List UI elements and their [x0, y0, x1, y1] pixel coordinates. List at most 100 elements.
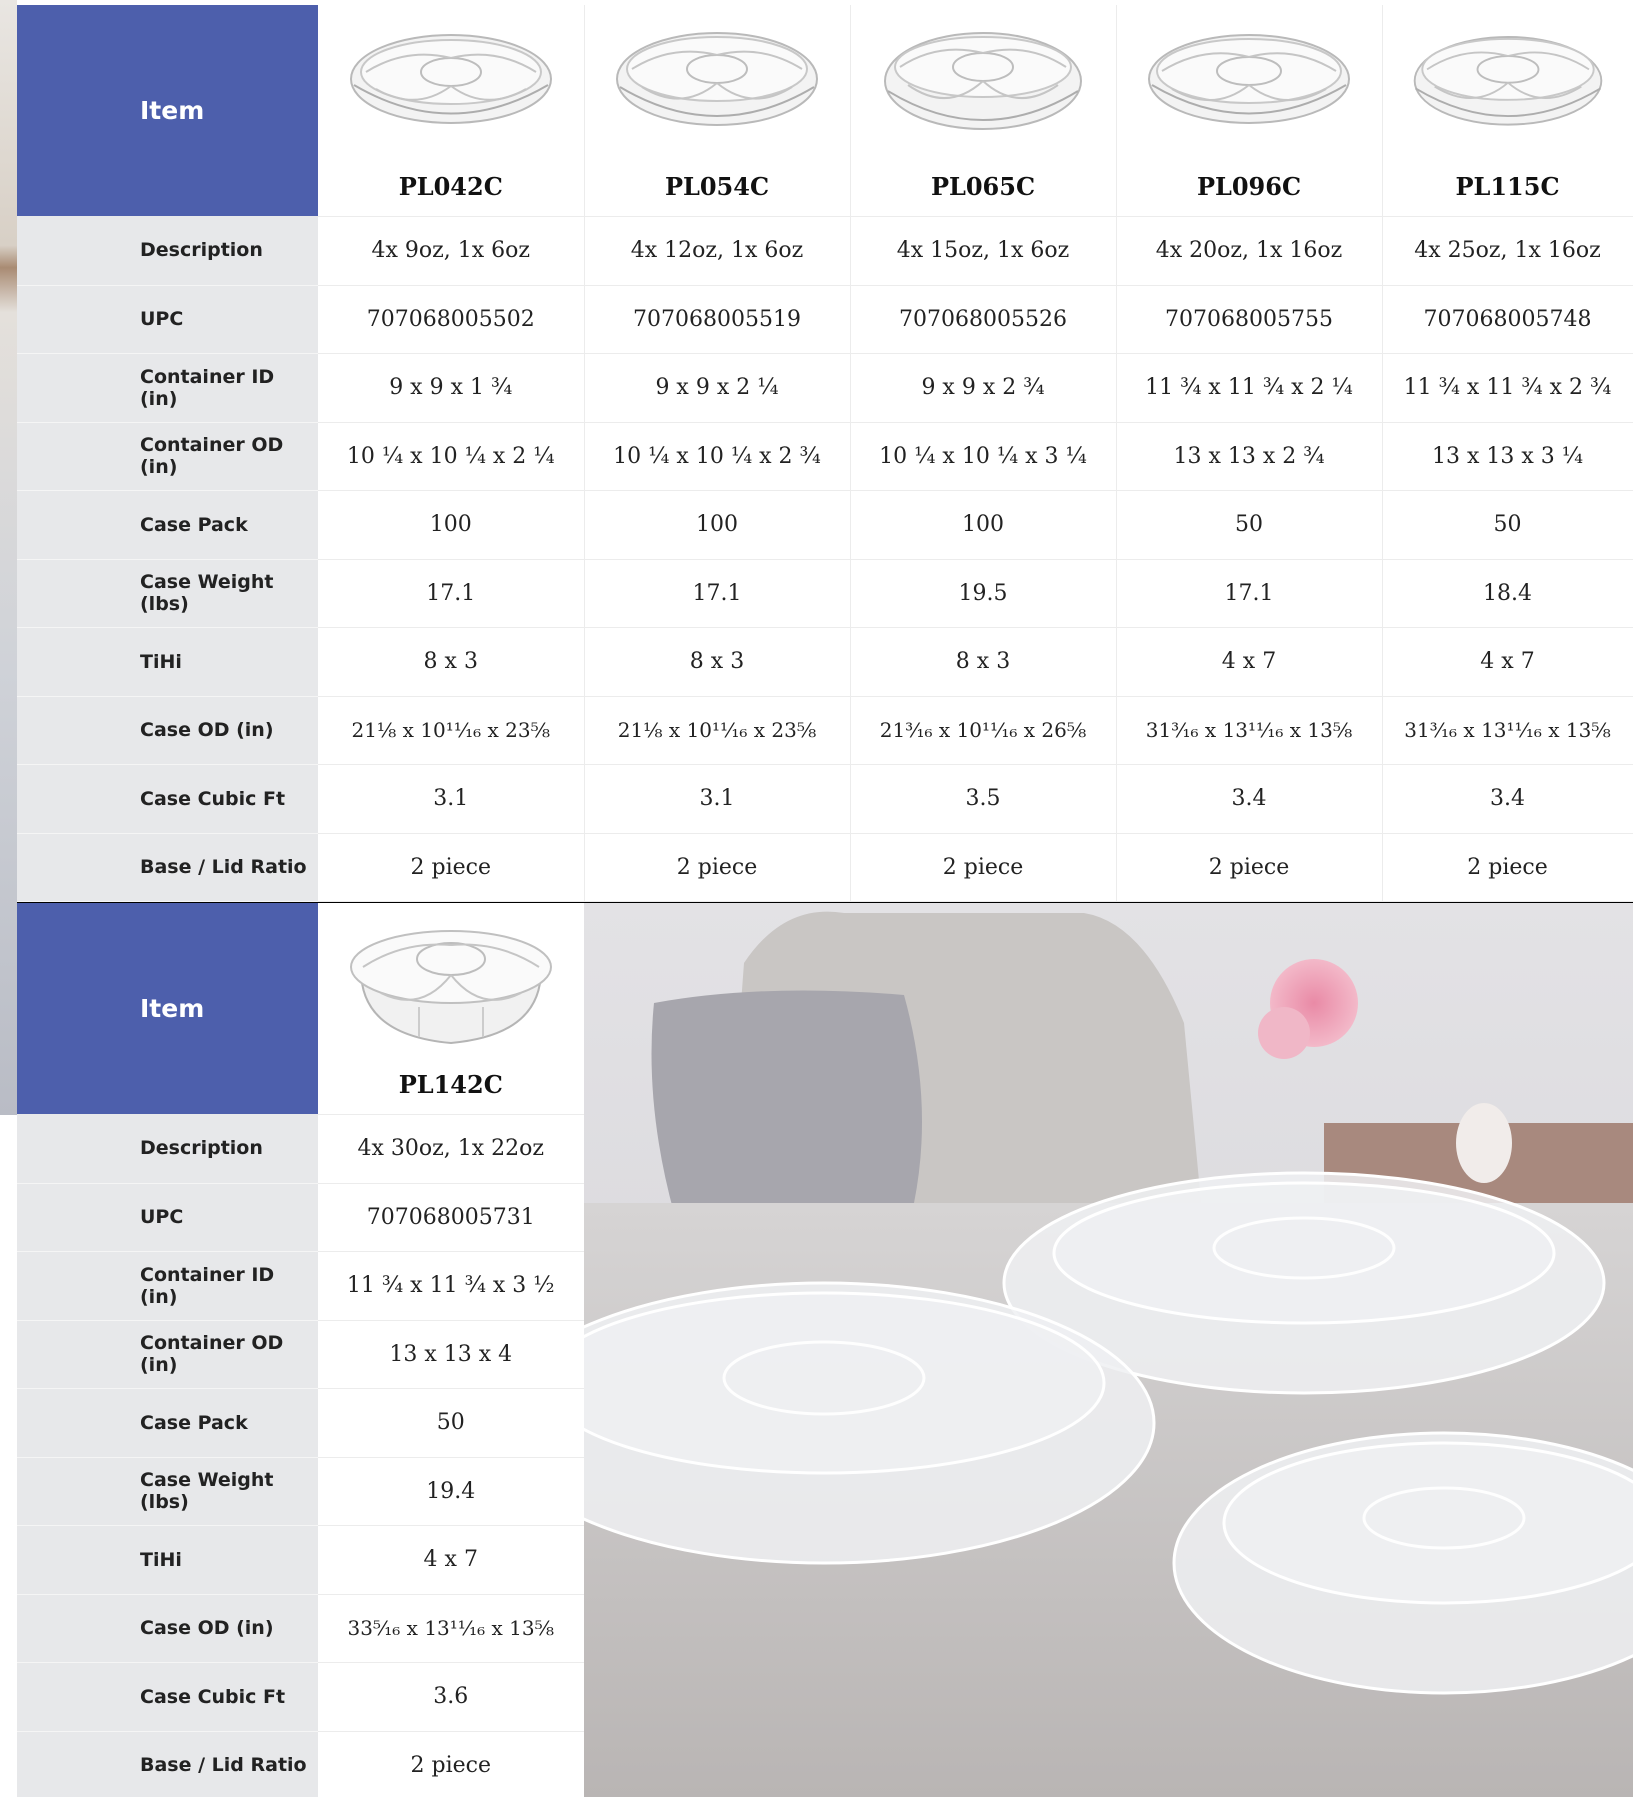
row-case-od: Case OD (in) 33⁵⁄₁₆ x 13¹¹⁄₁₆ x 13⅝ — [17, 1594, 585, 1663]
cell-value: 9 x 9 x 2 ¾ — [850, 353, 1117, 423]
cell-value: 10 ¼ x 10 ¼ x 2 ¾ — [584, 422, 851, 491]
product-header-pl115c: PL115C — [1382, 5, 1633, 217]
cell-value: 50 — [318, 1388, 585, 1458]
row-label: UPC — [17, 1183, 318, 1252]
row-description: Description 4x 9oz, 1x 6oz 4x 12oz, 1x 6… — [17, 216, 1633, 286]
product-header-pl065c: PL065C — [850, 5, 1117, 217]
row-label: TiHi — [17, 627, 318, 697]
cell-value: 11 ¾ x 11 ¾ x 3 ½ — [318, 1251, 585, 1321]
cell-value: 707068005731 — [318, 1183, 585, 1252]
cell-value: 4x 15oz, 1x 6oz — [850, 216, 1117, 286]
product-image-icon — [616, 32, 818, 126]
product-name: PL042C — [398, 171, 503, 201]
cell-value: 4 x 7 — [1382, 627, 1633, 697]
row-label: Case OD (in) — [17, 696, 318, 765]
row-label: Case OD (in) — [17, 1594, 318, 1663]
cell-value: 8 x 3 — [584, 627, 851, 697]
item-header-cell: Item — [17, 5, 318, 216]
cell-value: 33⁵⁄₁₆ x 13¹¹⁄₁₆ x 13⅝ — [318, 1594, 585, 1663]
row-description: Description 4x 30oz, 1x 22oz — [17, 1114, 585, 1184]
cell-value: 31³⁄₁₆ x 13¹¹⁄₁₆ x 13⅝ — [1382, 696, 1633, 765]
row-label: Case Weight (lbs) — [17, 559, 318, 628]
row-label: Case Pack — [17, 490, 318, 560]
row-label: Container ID (in) — [17, 353, 318, 423]
cell-value: 2 piece — [1116, 833, 1383, 902]
cell-value: 31³⁄₁₆ x 13¹¹⁄₁₆ x 13⅝ — [1116, 696, 1383, 765]
platters-on-table-photo-icon — [584, 903, 1633, 1797]
cell-value: 3.4 — [1116, 764, 1383, 834]
row-case-pack: Case Pack 50 — [17, 1388, 585, 1458]
cell-value: 4x 12oz, 1x 6oz — [584, 216, 851, 286]
cell-value: 21³⁄₁₆ x 10¹¹⁄₁₆ x 26⅝ — [850, 696, 1117, 765]
row-container-id: Container ID (in) 11 ¾ x 11 ¾ x 3 ½ — [17, 1251, 585, 1321]
cell-value: 4x 9oz, 1x 6oz — [318, 216, 585, 286]
row-upc: UPC 707068005731 — [17, 1183, 585, 1252]
cell-value: 10 ¼ x 10 ¼ x 2 ¼ — [318, 422, 585, 491]
cell-value: 2 piece — [850, 833, 1117, 902]
cell-value: 3.6 — [318, 1662, 585, 1732]
row-label: Base / Lid Ratio — [17, 1731, 318, 1797]
cell-value: 50 — [1382, 490, 1633, 560]
row-upc: UPC 707068005502 707068005519 7070680055… — [17, 285, 1633, 354]
row-container-id: Container ID (in) 9 x 9 x 1 ¾ 9 x 9 x 2 … — [17, 353, 1633, 423]
cell-value: 21⅛ x 10¹¹⁄₁₆ x 23⅝ — [318, 696, 585, 765]
cell-value: 2 piece — [318, 833, 585, 902]
cell-value: 707068005519 — [584, 285, 851, 354]
spec-table-2: Item PL142C Description 4x 30oz, 1x 22oz… — [17, 903, 585, 1797]
cell-value: 13 x 13 x 4 — [318, 1320, 585, 1389]
cell-value: 707068005748 — [1382, 285, 1633, 354]
row-label: UPC — [17, 285, 318, 354]
cell-value: 707068005526 — [850, 285, 1117, 354]
cell-value: 13 x 13 x 2 ¾ — [1116, 422, 1383, 491]
cell-value: 100 — [850, 490, 1117, 560]
row-case-cubic: Case Cubic Ft 3.1 3.1 3.5 3.4 3.4 — [17, 764, 1633, 834]
cell-value: 50 — [1116, 490, 1383, 560]
background-edge-lower — [0, 1115, 17, 1797]
cell-value: 18.4 — [1382, 559, 1633, 628]
product-name: PL142C — [398, 1069, 503, 1099]
row-label: Description — [17, 1114, 318, 1184]
row-case-cubic: Case Cubic Ft 3.6 — [17, 1662, 585, 1732]
cell-value: 11 ¾ x 11 ¾ x 2 ¼ — [1116, 353, 1383, 423]
lifestyle-photo — [584, 903, 1633, 1797]
product-name: PL054C — [664, 171, 770, 201]
cell-value: 17.1 — [1116, 559, 1383, 628]
cell-value: 2 piece — [1382, 833, 1633, 902]
row-label: Base / Lid Ratio — [17, 833, 318, 902]
product-image-icon — [1148, 34, 1350, 124]
product-header-pl142c: PL142C — [318, 903, 585, 1115]
cell-value: 19.5 — [850, 559, 1117, 628]
cell-value: 4x 25oz, 1x 16oz — [1382, 216, 1633, 286]
row-label: TiHi — [17, 1525, 318, 1595]
cell-value: 4 x 7 — [1116, 627, 1383, 697]
row-label: Container OD (in) — [17, 422, 318, 491]
cell-value: 3.5 — [850, 764, 1117, 834]
spec-table-1: Item PL042C PL054C PL065C PL096C PL115C … — [17, 5, 1633, 902]
product-image-icon — [884, 32, 1082, 130]
row-container-od: Container OD (in) 10 ¼ x 10 ¼ x 2 ¼ 10 ¼… — [17, 422, 1633, 491]
row-ratio: Base / Lid Ratio 2 piece 2 piece 2 piece… — [17, 833, 1633, 902]
row-label: Case Pack — [17, 1388, 318, 1458]
cell-value: 100 — [318, 490, 585, 560]
product-image-icon — [349, 930, 552, 1045]
cell-value: 8 x 3 — [318, 627, 585, 697]
product-header-pl042c: PL042C — [318, 5, 585, 217]
product-header-pl054c: PL054C — [584, 5, 851, 217]
cell-value: 100 — [584, 490, 851, 560]
row-case-weight: Case Weight (lbs) 17.1 17.1 19.5 17.1 18… — [17, 559, 1633, 628]
header-row: Item PL042C PL054C PL065C PL096C PL115C — [17, 5, 1633, 217]
row-label: Case Cubic Ft — [17, 1662, 318, 1732]
product-image-icon — [349, 34, 552, 124]
cell-value: 11 ¾ x 11 ¾ x 2 ¾ — [1382, 353, 1633, 423]
item-header-cell: Item — [17, 903, 318, 1114]
row-label: Description — [17, 216, 318, 286]
product-name: PL115C — [1455, 171, 1560, 201]
cell-value: 13 x 13 x 3 ¼ — [1382, 422, 1633, 491]
row-tihi: TiHi 8 x 3 8 x 3 8 x 3 4 x 7 4 x 7 — [17, 627, 1633, 697]
cell-value: 9 x 9 x 2 ¼ — [584, 353, 851, 423]
row-label: Container ID (in) — [17, 1251, 318, 1321]
cell-value: 19.4 — [318, 1457, 585, 1526]
cell-value: 4x 30oz, 1x 22oz — [318, 1114, 585, 1184]
background-photo-edge — [0, 0, 17, 1115]
product-header-pl096c: PL096C — [1116, 5, 1383, 217]
